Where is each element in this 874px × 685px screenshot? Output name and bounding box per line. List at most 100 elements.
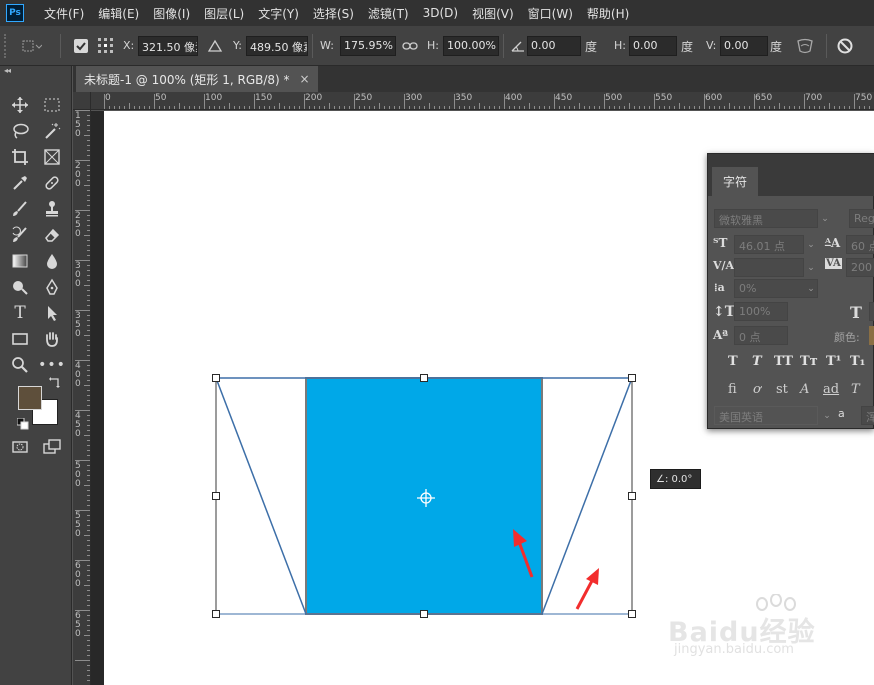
close-document-icon[interactable]: × [300, 72, 310, 86]
vertical-ruler[interactable]: 1 5 0 2 0 0 2 5 0 3 0 0 3 5 0 4 0 0 4 5 … [73, 110, 91, 685]
x-position-input[interactable]: 321.50 像素 [138, 36, 198, 56]
baseline-shift-input[interactable]: 0 点 [734, 326, 788, 345]
transform-handle-bottom-left[interactable] [212, 610, 220, 618]
foreground-color-swatch[interactable] [18, 386, 42, 410]
chevron-down-icon[interactable]: ⌄ [804, 258, 818, 277]
history-brush-tool-icon[interactable] [8, 224, 32, 246]
marquee-tool-icon[interactable] [40, 94, 64, 116]
text-color-swatch[interactable] [869, 326, 874, 345]
chevron-down-icon[interactable]: ⌄ [804, 235, 818, 254]
chevron-down-icon[interactable]: ⌄ [820, 406, 834, 425]
default-colors-icon[interactable] [16, 417, 29, 430]
all-caps-button[interactable]: TT [774, 354, 793, 369]
font-size-input[interactable]: 46.01 点 [734, 235, 804, 254]
magic-wand-tool-icon[interactable] [40, 120, 64, 142]
pen-tool-icon[interactable] [40, 276, 64, 298]
transform-handle-top[interactable] [420, 374, 428, 382]
relative-position-icon[interactable] [207, 38, 223, 54]
blur-tool-icon[interactable] [40, 250, 64, 272]
cancel-transform-icon[interactable] [836, 37, 854, 55]
path-selection-tool-icon[interactable] [40, 302, 64, 324]
dodge-tool-icon[interactable] [8, 276, 32, 298]
swash-button[interactable]: A [800, 382, 809, 397]
height-percent-input[interactable]: 100.00% [443, 36, 499, 56]
warp-mode-icon[interactable] [795, 37, 815, 55]
options-grip[interactable] [4, 34, 8, 58]
collapse-panel-icon[interactable]: ◂◂ [4, 66, 68, 76]
document-tab[interactable]: 未标题-1 @ 100% (矩形 1, RGB/8) * × [76, 66, 318, 92]
reference-point-checkbox[interactable] [74, 39, 88, 53]
eraser-tool-icon[interactable] [40, 224, 64, 246]
brush-tool-icon[interactable] [8, 198, 32, 220]
anti-alias-select[interactable]: 浑厚 [861, 406, 874, 425]
faux-bold-button[interactable]: T [728, 354, 738, 369]
menu-file[interactable]: 文件(F) [44, 5, 84, 22]
transform-handle-bottom-right[interactable] [628, 610, 636, 618]
transform-handle-left[interactable] [212, 492, 220, 500]
faux-italic-button[interactable]: T [752, 354, 762, 369]
v-skew-input[interactable]: 0.00 [720, 36, 768, 56]
transform-tool-icon[interactable] [20, 38, 43, 54]
menu-view[interactable]: 视图(V) [472, 5, 514, 22]
tracking-input[interactable]: 200 [846, 258, 874, 277]
transform-handle-bottom[interactable] [420, 610, 428, 618]
vertical-scale-input[interactable]: 100% [734, 302, 788, 321]
lasso-tool-icon[interactable] [8, 120, 32, 142]
reference-point-locator-icon[interactable] [96, 36, 116, 56]
blue-rectangle-shape[interactable] [305, 377, 543, 615]
superscript-button[interactable]: T¹ [826, 354, 841, 369]
menu-filter[interactable]: 滤镜(T) [368, 5, 409, 22]
character-panel-tab[interactable]: 字符 [712, 167, 758, 196]
horizontal-scale-input[interactable] [869, 302, 874, 321]
h-skew-input[interactable]: 0.00 [629, 36, 677, 56]
ordinals-button[interactable]: ad [823, 382, 839, 397]
swap-colors-icon[interactable] [48, 376, 62, 390]
chevron-down-icon[interactable]: ⌄ [818, 209, 832, 228]
screen-mode-icon[interactable] [40, 436, 64, 458]
font-family-select[interactable]: 微软雅黑 [714, 209, 818, 228]
rectangle-tool-icon[interactable] [8, 328, 32, 350]
old-style-button[interactable]: ơ [753, 382, 761, 397]
y-position-input[interactable]: 489.50 像素 [246, 36, 308, 56]
subscript-button[interactable]: T₁ [850, 354, 865, 369]
transform-handle-top-right[interactable] [628, 374, 636, 382]
menu-image[interactable]: 图像(I) [153, 5, 190, 22]
gradient-tool-icon[interactable] [8, 250, 32, 272]
language-select[interactable]: 美国英语 [714, 406, 818, 425]
menu-help[interactable]: 帮助(H) [587, 5, 629, 22]
transform-handle-right[interactable] [628, 492, 636, 500]
hand-tool-icon[interactable] [40, 328, 64, 350]
titling-button[interactable]: T [851, 382, 860, 397]
ruler-label: 500 [605, 93, 623, 103]
small-caps-button[interactable]: Tт [800, 354, 818, 369]
width-percent-input[interactable]: 175.95% [340, 36, 396, 56]
quick-mask-icon[interactable] [8, 436, 32, 458]
crop-tool-icon[interactable] [8, 146, 32, 168]
zoom-tool-icon[interactable] [8, 354, 32, 376]
move-tool-icon[interactable] [8, 94, 32, 116]
more-tools-icon[interactable]: ••• [38, 354, 65, 376]
horizontal-ruler[interactable]: 0 50 100 150 200 250 300 350 400 450 500… [91, 92, 874, 110]
ruler-origin[interactable] [73, 92, 91, 110]
font-style-select[interactable]: Regular [849, 209, 874, 228]
eyedropper-tool-icon[interactable] [8, 172, 32, 194]
menu-3d[interactable]: 3D(D) [423, 6, 458, 20]
ligatures-button[interactable]: fi [728, 382, 737, 397]
link-icon[interactable] [402, 39, 418, 53]
menu-layer[interactable]: 图层(L) [204, 5, 244, 22]
menu-edit[interactable]: 编辑(E) [98, 5, 139, 22]
rotate-input[interactable]: 0.00 [527, 36, 581, 56]
transform-handle-top-left[interactable] [212, 374, 220, 382]
frame-tool-icon[interactable] [40, 146, 64, 168]
kerning-input[interactable] [734, 258, 804, 277]
chevron-down-icon[interactable]: ⌄ [804, 279, 818, 298]
menu-window[interactable]: 窗口(W) [528, 5, 573, 22]
ruler-label: 150 [255, 93, 273, 103]
clone-stamp-tool-icon[interactable] [40, 198, 64, 220]
leading-input[interactable]: 60 点 [846, 235, 874, 254]
discretionary-ligatures-button[interactable]: st [776, 382, 788, 397]
menu-select[interactable]: 选择(S) [313, 5, 354, 22]
type-tool-icon[interactable]: T [8, 302, 32, 324]
menu-type[interactable]: 文字(Y) [258, 5, 299, 22]
healing-brush-tool-icon[interactable] [40, 172, 64, 194]
